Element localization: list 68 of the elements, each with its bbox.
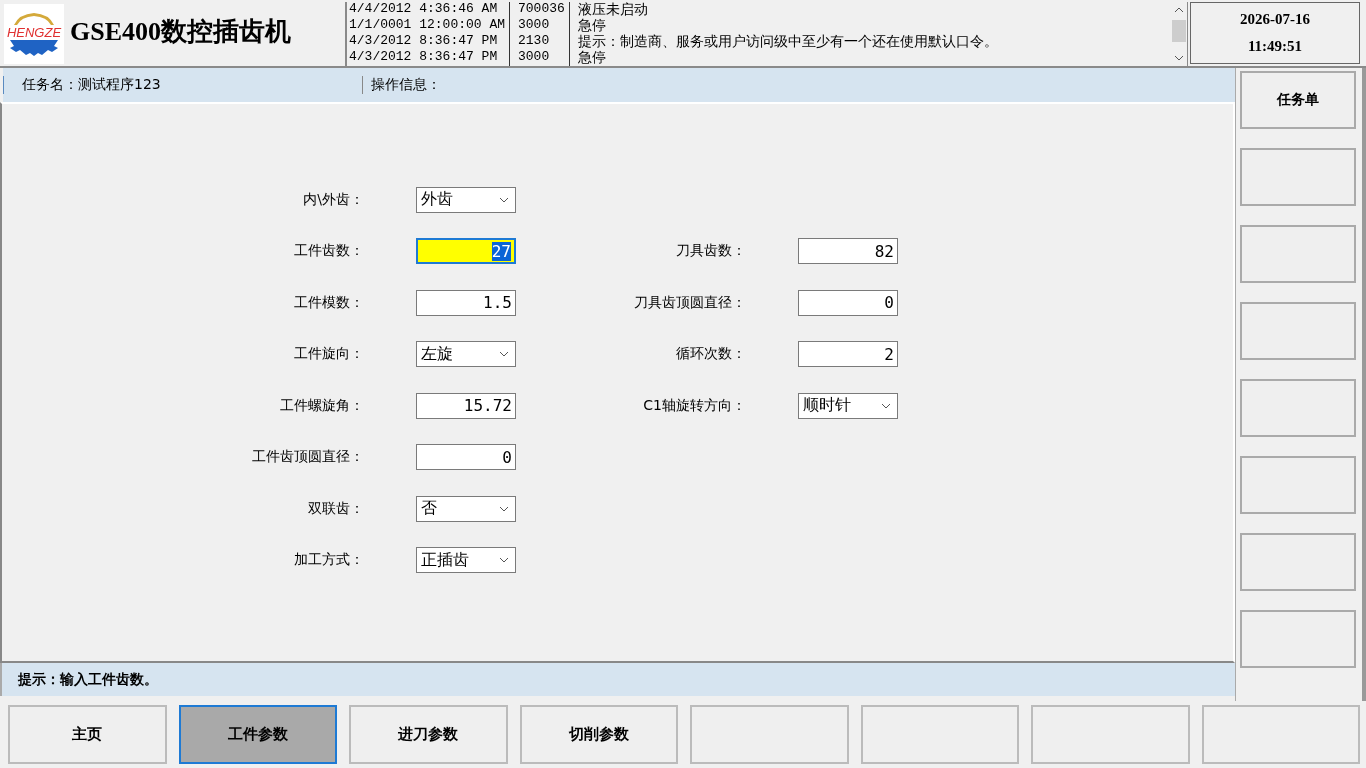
blank-button[interactable] [1240,533,1356,591]
input-field[interactable]: 82 [798,238,898,265]
log-code: 700036 [509,2,569,18]
chevron-down-icon [499,505,509,512]
tab-button[interactable]: 工件参数 [178,705,337,764]
hint-text: 提示：输入工件齿数。 [17,670,158,689]
log-message: 急停 [569,18,606,34]
chevron-down-icon [499,557,509,564]
dropdown[interactable]: 外齿 [416,186,516,213]
input-field[interactable]: 27 [416,238,516,265]
field-label: 刀具齿数： [675,242,747,261]
date-text: 2026-07-16 [1240,11,1310,28]
tab-button[interactable]: 主页 [8,705,167,764]
blank-button[interactable] [1031,705,1190,764]
blank-button[interactable] [860,705,1019,764]
field-label: 工件齿数： [293,242,365,261]
dropdown[interactable]: 左旋 [416,341,516,368]
field-label: 工件螺旋角： [279,396,365,415]
gear-icon [8,40,60,56]
field-label: 内\外齿： [302,190,365,209]
field-label: 工件旋向： [293,345,365,364]
log-message: 急停 [569,50,606,66]
log-time: 4/3/2012 8:36:47 PM [349,34,499,50]
chevron-down-icon [499,196,509,203]
scroll-up-icon[interactable] [1174,6,1184,14]
log-message: 提示：制造商、服务或用户访问级中至少有一个还在使用默认口令。 [569,34,998,50]
chevron-down-icon [881,402,891,409]
machine-title: GSE400数控插齿机 [70,16,293,48]
blank-button[interactable] [690,705,849,764]
tab-button[interactable]: 切削参数 [519,705,678,764]
log-code: 2130 [509,34,569,50]
operation-info: 操作信息： [362,76,441,94]
input-field[interactable]: 1.5 [416,289,516,316]
blank-button[interactable] [1201,705,1360,764]
blank-button[interactable] [1240,379,1356,437]
blank-button[interactable] [1240,148,1356,206]
chevron-down-icon [499,351,509,358]
field-label: 加工方式： [293,551,365,570]
task-name: 任务名：测试程序123 [3,76,362,94]
dropdown[interactable]: 否 [416,495,516,522]
field-label: 工件齿顶圆直径： [251,448,365,467]
blank-button[interactable] [1240,302,1356,360]
field-label: C1轴旋转方向： [642,396,747,415]
log-code: 3000 [509,18,569,34]
dropdown[interactable]: 正插齿 [416,547,516,574]
input-field[interactable]: 15.72 [416,392,516,419]
field-label: 双联齿： [307,499,365,518]
blank-button[interactable] [1240,456,1356,514]
log-time: 4/3/2012 8:36:47 PM [349,50,499,66]
input-field[interactable]: 2 [798,341,898,368]
field-label: 刀具齿顶圆直径： [633,293,747,312]
log-code: 3000 [509,50,569,66]
field-label: 工件模数： [293,293,365,312]
time-text: 11:49:51 [1247,38,1303,55]
blank-button[interactable] [1240,610,1356,668]
logo-text: HENGZE [6,26,62,40]
dropdown[interactable]: 顺时针 [798,392,898,419]
log-time: 4/4/2012 4:36:46 AM [349,2,499,18]
blank-button[interactable] [1240,225,1356,283]
wheat-icon [11,12,57,26]
input-field[interactable]: 0 [416,444,516,471]
scroll-down-icon[interactable] [1174,54,1184,62]
log-time: 1/1/0001 12:00:00 AM [349,18,507,34]
tab-button[interactable]: 进刀参数 [349,705,508,764]
field-label: 循环次数： [675,345,747,364]
log-message: 液压未启动 [569,2,648,18]
input-field[interactable]: 0 [798,289,898,316]
side-button[interactable]: 任务单 [1240,71,1356,129]
